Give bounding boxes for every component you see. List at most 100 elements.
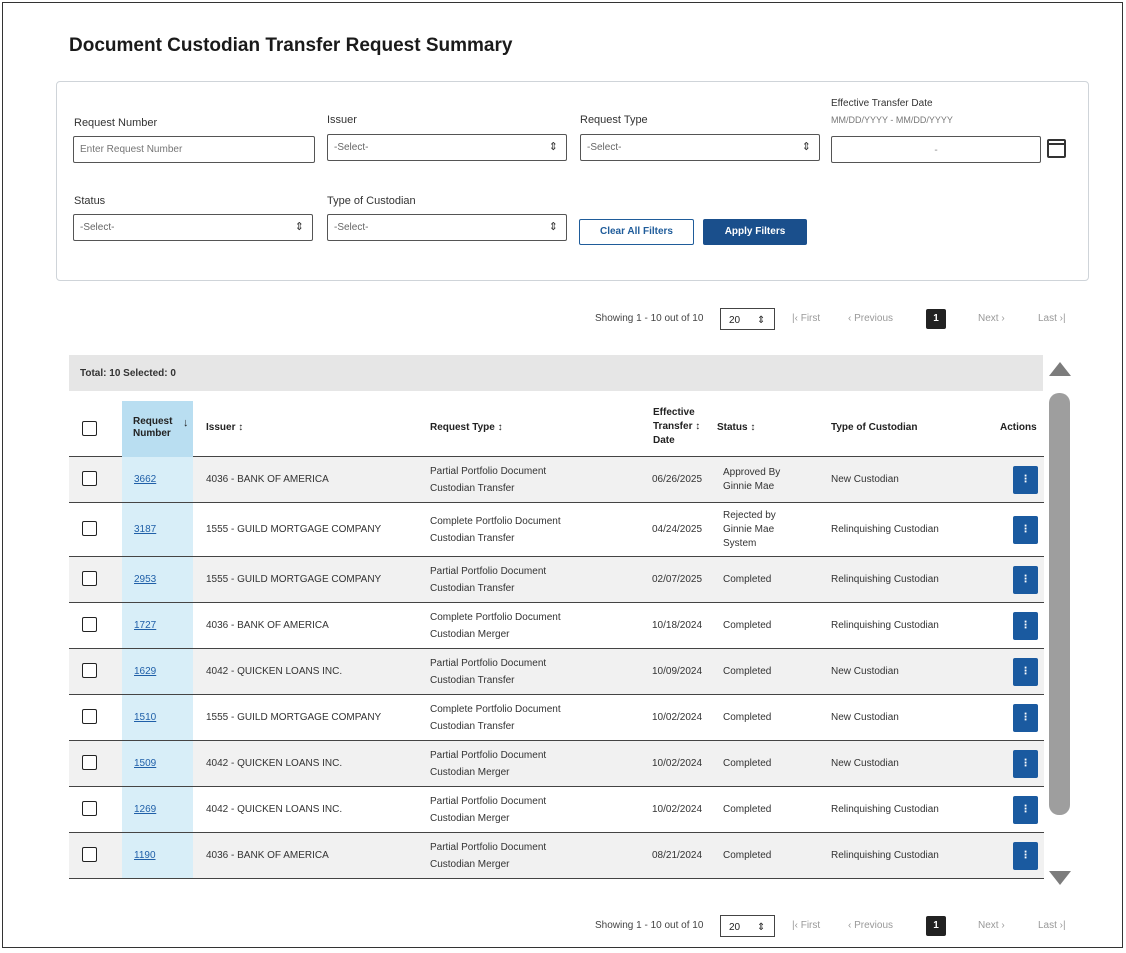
row-checkbox[interactable] [82,521,97,536]
request-number-link[interactable]: 1510 [134,711,156,725]
request-number-input[interactable] [73,136,315,163]
issuer-cell: 4042 - QUICKEN LOANS INC. [206,804,343,815]
status-label: Status [74,195,106,207]
effective-date-header-l3[interactable]: Date [653,435,675,446]
table-row[interactable]: 2953 1555 - GUILD MORTGAGE COMPANY Partial… [69,557,1044,603]
row-actions-button[interactable]: ⋮ [1013,566,1038,594]
request-type-header[interactable]: Request Type ↕ [430,422,503,433]
scroll-up-icon[interactable] [1049,362,1071,376]
row-actions-button[interactable]: ⋮ [1013,612,1038,640]
first-page-link[interactable]: |‹ First [792,914,820,938]
table-row[interactable]: 1510 1555 - GUILD MORTGAGE COMPANY Complet… [69,695,1044,741]
row-checkbox[interactable] [82,801,97,816]
request-number-link[interactable]: 1727 [134,619,156,633]
clear-filters-button[interactable]: Clear All Filters [579,219,694,245]
select-arrows-icon: ⇕ [294,221,304,233]
request-number-link[interactable]: 3662 [134,473,156,487]
request-number-link[interactable]: 1629 [134,665,156,679]
page-size-value: 20 [729,922,741,933]
select-arrows-icon: ⇕ [548,141,558,153]
calendar-icon[interactable] [1047,139,1066,158]
issuer-select[interactable]: -Select- ⇕ [327,134,567,161]
row-checkbox[interactable] [82,471,97,486]
table-row[interactable]: 1269 4042 - QUICKEN LOANS INC. Partial Por… [69,787,1044,833]
page-size-select[interactable]: 20 ⇕ [720,308,775,330]
row-actions-button[interactable]: ⋮ [1013,516,1038,544]
current-page[interactable]: 1 [926,916,946,936]
request-number-link[interactable]: 1269 [134,803,156,817]
custodian-type-select[interactable]: -Select- ⇕ [327,214,567,241]
effective-date-header-l1[interactable]: Effective [653,407,695,418]
status-cell: Completed [723,850,772,861]
request-type-cell-l1: Complete Portfolio Document [430,516,561,527]
request-type-select-value: -Select- [587,142,622,153]
status-select[interactable]: -Select- ⇕ [73,214,313,241]
status-header[interactable]: Status ↕ [717,422,755,433]
request-type-cell-l2: Custodian Merger [430,859,510,870]
select-arrows-icon: ⇕ [801,141,811,153]
next-page-link[interactable]: Next › [978,307,1005,331]
select-all-checkbox[interactable] [82,421,97,436]
row-actions-button[interactable]: ⋮ [1013,750,1038,778]
status-cell: Completed [723,574,772,585]
table-row[interactable]: 1509 4042 - QUICKEN LOANS INC. Partial Por… [69,741,1044,787]
effective-date-cell: 04/24/2025 [652,524,703,535]
request-type-cell-l1: Partial Portfolio Document [430,466,547,477]
table-row[interactable]: 1190 4036 - BANK OF AMERICA Partial Portfo… [69,833,1044,879]
filter-panel: Request Number Issuer -Select- ⇕ Request… [56,81,1089,281]
request-type-cell-l2: Custodian Transfer [430,721,515,732]
request-number-cell [122,557,193,602]
request-number-link[interactable]: 3187 [134,523,156,537]
row-actions-button[interactable]: ⋮ [1013,842,1038,870]
first-page-link[interactable]: |‹ First [792,307,820,331]
request-type-cell-l2: Custodian Transfer [430,675,515,686]
row-actions-button[interactable]: ⋮ [1013,466,1038,494]
row-checkbox[interactable] [82,709,97,724]
page-size-select[interactable]: 20 ⇕ [720,915,775,937]
table-row[interactable]: 1727 4036 - BANK OF AMERICA Complete Portf… [69,603,1044,649]
row-checkbox[interactable] [82,663,97,678]
scroll-down-icon[interactable] [1049,871,1071,885]
request-number-cell [122,787,193,832]
issuer-cell: 4042 - QUICKEN LOANS INC. [206,758,343,769]
request-number-link[interactable]: 1190 [134,849,156,863]
request-type-cell-l1: Partial Portfolio Document [430,796,547,807]
request-number-link[interactable]: 2953 [134,573,156,587]
issuer-cell: 4042 - QUICKEN LOANS INC. [206,666,343,677]
row-checkbox[interactable] [82,755,97,770]
row-actions-button[interactable]: ⋮ [1013,704,1038,732]
last-page-link[interactable]: Last ›| [1038,914,1066,938]
effective-date-cell: 10/02/2024 [652,758,703,769]
request-type-select[interactable]: -Select- ⇕ [580,134,820,161]
row-checkbox[interactable] [82,847,97,862]
issuer-header[interactable]: Issuer ↕ [206,422,243,433]
custodian-cell: New Custodian [831,666,899,677]
row-checkbox[interactable] [82,617,97,632]
custodian-cell: New Custodian [831,474,899,485]
effective-date-cell: 06/26/2025 [652,474,703,485]
row-actions-button[interactable]: ⋮ [1013,796,1038,824]
table-row[interactable]: 3662 4036 - BANK OF AMERICA Partial Portfo… [69,457,1044,503]
effective-date-input[interactable]: - [831,136,1041,163]
row-checkbox[interactable] [82,571,97,586]
request-type-cell-l1: Complete Portfolio Document [430,704,561,715]
effective-date-header-l2[interactable]: Transfer ↕ [653,421,700,432]
current-page[interactable]: 1 [926,309,946,329]
vertical-scrollbar[interactable] [1049,393,1070,815]
previous-page-link[interactable]: ‹ Previous [848,307,893,331]
apply-filters-button[interactable]: Apply Filters [703,219,807,245]
custodian-cell: Relinquishing Custodian [831,850,939,861]
effective-date-hint: MM/DD/YYYY - MM/DD/YYYY [831,115,953,125]
row-actions-button[interactable]: ⋮ [1013,658,1038,686]
previous-page-link[interactable]: ‹ Previous [848,914,893,938]
request-number-header[interactable]: Request Number ↓ [122,401,193,457]
effective-date-cell: 10/02/2024 [652,804,703,815]
next-page-link[interactable]: Next › [978,914,1005,938]
request-type-label: Request Type [580,114,648,126]
table-row[interactable]: 1629 4042 - QUICKEN LOANS INC. Partial Por… [69,649,1044,695]
last-page-link[interactable]: Last ›| [1038,307,1066,331]
request-number-link[interactable]: 1509 [134,757,156,771]
table-row[interactable]: 3187 1555 - GUILD MORTGAGE COMPANY Complet… [69,503,1044,557]
custodian-cell: New Custodian [831,712,899,723]
status-cell: Completed [723,666,772,677]
